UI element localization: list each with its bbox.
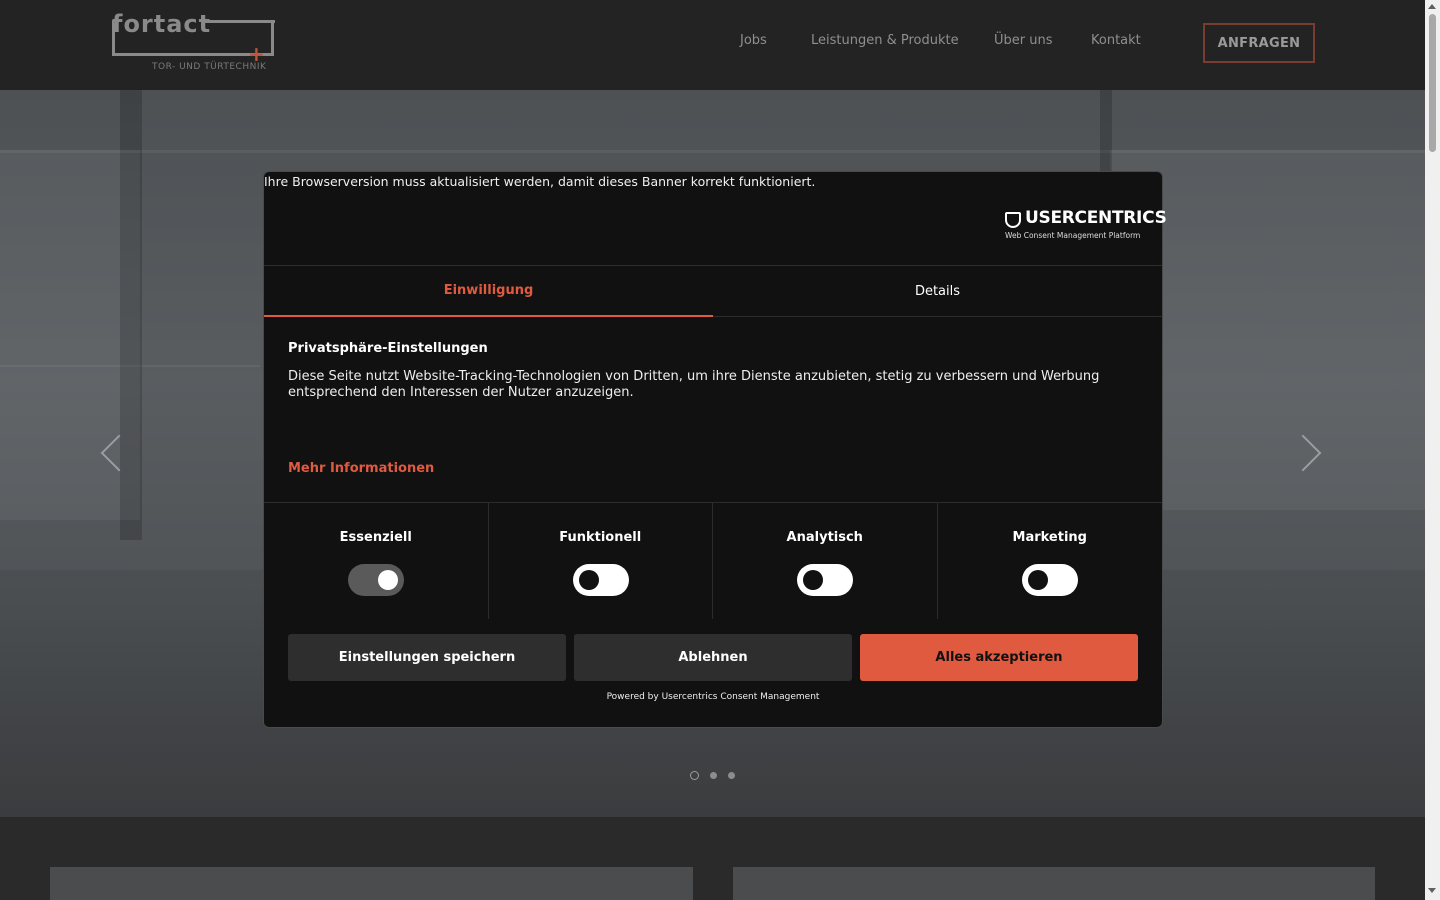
nav-kontakt[interactable]: Kontakt	[1091, 33, 1141, 48]
analytisch-toggle[interactable]	[797, 564, 853, 596]
more-info-link[interactable]: Mehr Informationen	[288, 461, 434, 476]
content-section	[0, 817, 1425, 900]
category-essenziell: Essenziell	[264, 503, 489, 619]
fortact-logo[interactable]: fortact + TOR- UND TÜRTECHNIK	[110, 10, 278, 74]
category-label: Marketing	[1012, 530, 1087, 545]
tab-einwilligung[interactable]: Einwilligung	[264, 266, 713, 317]
category-label: Analytisch	[786, 530, 863, 545]
category-label: Funktionell	[559, 530, 642, 545]
usercentrics-logo: USERCENTRICS Web Consent Management Plat…	[1005, 208, 1167, 242]
scroll-up-arrow-icon[interactable]	[1428, 4, 1436, 9]
nav-jobs[interactable]: Jobs	[740, 33, 767, 48]
toggle-knob	[378, 570, 398, 590]
slider-dot-2[interactable]	[710, 772, 717, 779]
category-funktionell: Funktionell	[489, 503, 713, 619]
slider-dot-3[interactable]	[728, 772, 735, 779]
nav-leistungen-produkte[interactable]: Leistungen & Produkte	[811, 33, 959, 48]
funktionell-toggle[interactable]	[572, 564, 629, 596]
category-analytisch: Analytisch	[713, 503, 938, 619]
nav-ueber-uns[interactable]: Über uns	[994, 33, 1053, 48]
tab-details[interactable]: Details	[713, 266, 1162, 317]
scroll-thumb[interactable]	[1429, 14, 1436, 152]
toggle-knob	[578, 570, 599, 590]
consent-categories: Essenziell Funktionell Analytisch Market…	[264, 502, 1163, 619]
consent-dialog: Ihre Browserversion muss aktualisiert we…	[263, 171, 1167, 728]
scroll-down-arrow-icon[interactable]	[1428, 888, 1436, 893]
site-header: fortact + TOR- UND TÜRTECHNIK Jobs Leist…	[0, 0, 1425, 90]
page-scrollbar[interactable]	[1425, 0, 1440, 900]
teaser-card-right[interactable]	[733, 867, 1375, 900]
anfragen-button[interactable]: ANFRAGEN	[1203, 23, 1315, 63]
category-marketing: Marketing	[938, 503, 1163, 619]
logo-subtitle: TOR- UND TÜRTECHNIK	[152, 62, 267, 72]
slider-dot-1[interactable]	[690, 771, 699, 780]
toggle-knob	[1027, 570, 1048, 590]
usercentrics-tagline: Web Consent Management Platform	[1005, 231, 1141, 240]
slider-dots	[690, 771, 735, 780]
accept-all-button[interactable]: Alles akzeptieren	[860, 634, 1138, 681]
usercentrics-brand: USERCENTRICS	[1025, 208, 1167, 228]
save-settings-button[interactable]: Einstellungen speichern	[288, 634, 566, 681]
browser-warning: Ihre Browserversion muss aktualisiert we…	[264, 174, 816, 189]
toggle-knob	[803, 570, 823, 590]
category-label: Essenziell	[339, 530, 412, 545]
teaser-card-left[interactable]	[50, 867, 693, 900]
logo-wordmark: fortact	[112, 10, 212, 38]
deny-button[interactable]: Ablehnen	[574, 634, 852, 681]
privacy-title: Privatsphäre-Einstellungen	[288, 341, 488, 356]
privacy-description: Diese Seite nutzt Website-Tracking-Techn…	[288, 369, 1100, 400]
powered-by-text: Powered by Usercentrics Consent Manageme…	[606, 692, 820, 702]
consent-tabs: Einwilligung Details	[264, 265, 1162, 317]
shield-icon	[1005, 212, 1021, 228]
essenziell-toggle	[348, 564, 404, 596]
marketing-toggle[interactable]	[1021, 564, 1078, 596]
